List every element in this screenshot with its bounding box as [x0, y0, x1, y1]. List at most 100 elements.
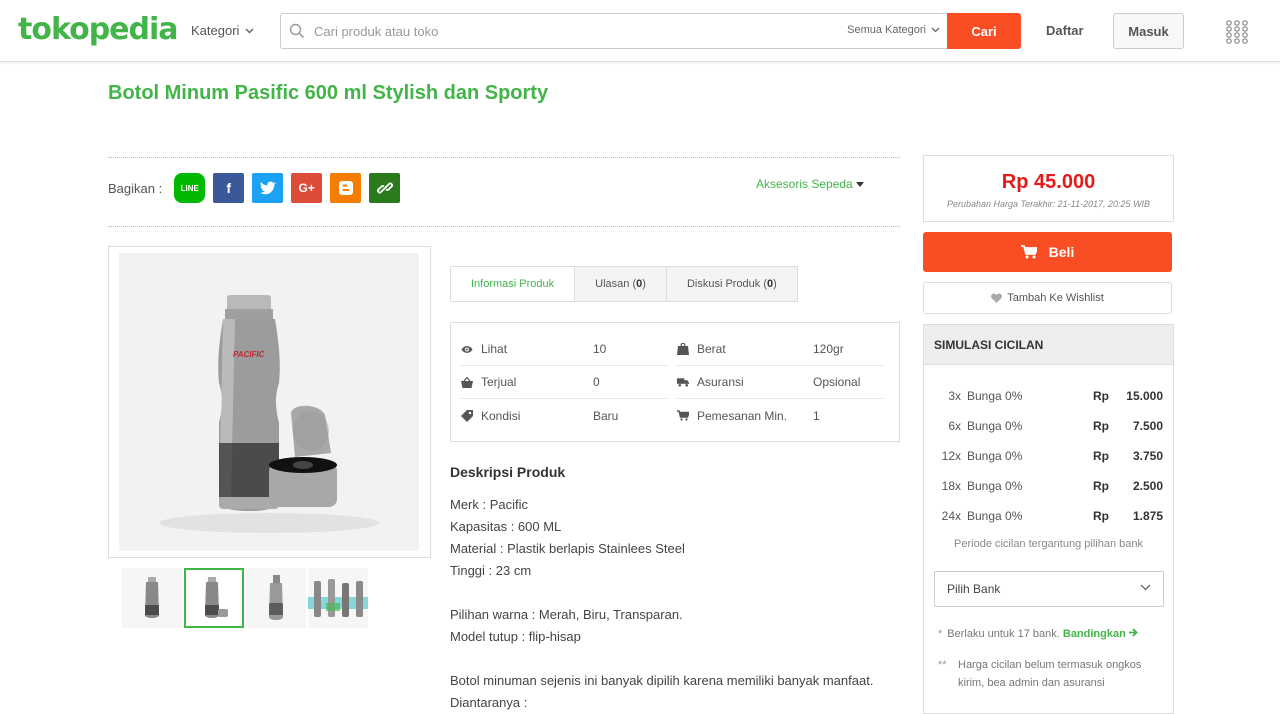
bank-count-note: * Berlaku untuk 17 bank. Bandingkan [938, 628, 1138, 640]
installment-interest: Bunga 0% [967, 389, 1023, 403]
asterisk-icon: * [938, 628, 943, 640]
installment-amount: 3.750 [1132, 449, 1163, 463]
product-price: Rp 45.000 [1001, 171, 1096, 193]
bottle-thumbnail-image [269, 575, 283, 620]
buy-label: Beli [1048, 244, 1075, 260]
installment-simulator: SIMULASI CICILAN 3x Bunga 0% Rp 15.000 6… [923, 324, 1174, 714]
caret-down-icon [855, 181, 864, 187]
installment-currency: Rp [1093, 389, 1109, 403]
share-facebook-button[interactable]: f [213, 173, 245, 203]
info-label: Kondisi [481, 408, 521, 423]
share-googleplus-button[interactable]: G+ [291, 173, 323, 203]
copy-link-button[interactable] [369, 173, 401, 203]
tab-ulasan[interactable]: Ulasan (0) [575, 267, 667, 301]
description-line: Merk : Pacific [450, 497, 529, 512]
compare-label: Bandingkan [1062, 628, 1126, 640]
eye-icon [461, 343, 473, 355]
share-twitter-button[interactable] [252, 173, 284, 203]
description-line: Botol minuman sejenis ini banyak dipilih… [450, 673, 874, 688]
bottle-thumbnail-image [205, 577, 228, 618]
product-tabs: Informasi Produk Ulasan (0) Diskusi Prod… [450, 266, 798, 302]
installment-row: 6x Bunga 0% Rp 7.500 [924, 412, 1173, 442]
installment-disclaimer: ** Harga cicilan belum termasuk ongkos k… [938, 656, 1163, 689]
installment-note: Periode cicilan tergantung pilihan bank [954, 538, 1143, 550]
basket-icon [461, 376, 473, 388]
installment-amount: 15.000 [1126, 389, 1163, 403]
info-label: Berat [697, 342, 726, 356]
search-icon [289, 23, 305, 39]
info-label: Pemesanan Min. [697, 408, 788, 423]
description-line: Material : Plastik berlapis Stainlees St… [450, 541, 685, 556]
tokopedia-logo[interactable]: tokopedia [18, 12, 179, 47]
disclaimer-text: Harga cicilan belum termasuk ongkos kiri… [958, 659, 1142, 689]
bottle-thumbnail-image [145, 577, 159, 618]
line-icon: LINE [174, 173, 206, 203]
price-change-note: Perubahan Harga Terakhir: 21-11-2017, 20… [946, 199, 1151, 209]
category-dropdown-label: Semua Kategori [847, 24, 926, 36]
buy-button[interactable]: Beli [923, 232, 1172, 272]
blogger-icon [338, 181, 353, 195]
facebook-icon: f [226, 180, 232, 196]
installment-tenor: 3x [948, 389, 961, 403]
installment-tenor: 6x [948, 419, 961, 433]
description-title: Deskripsi Produk [450, 464, 566, 480]
info-row-kondisi: Kondisi Baru [461, 399, 667, 432]
search-button[interactable]: Cari [947, 13, 1021, 49]
installment-currency: Rp [1093, 509, 1109, 523]
googleplus-icon: G+ [298, 181, 315, 195]
info-value: 120gr [813, 342, 844, 356]
product-title: Botol Minum Pasific 600 ml Stylish dan S… [108, 82, 549, 104]
wishlist-label: Tambah Ke Wishlist [1007, 292, 1104, 304]
thumbnail-1[interactable] [122, 568, 182, 628]
kategori-menu[interactable]: Kategori [191, 23, 254, 38]
share-blogger-button[interactable] [330, 173, 362, 203]
share-label: Bagikan : [108, 180, 163, 196]
info-value: Baru [593, 408, 619, 423]
login-button[interactable]: Masuk [1113, 13, 1184, 49]
tag-icon [461, 409, 473, 422]
tab-diskusi-produk[interactable]: Diskusi Produk (0) [666, 267, 797, 301]
cart-icon [1020, 245, 1037, 259]
svg-text:PACIFIC: PACIFIC [233, 350, 265, 359]
share-line-button[interactable]: LINE [174, 173, 206, 203]
description-line: Kapasitas : 600 ML [450, 519, 562, 534]
price-box: Rp 45.000 Perubahan Harga Terakhir: 21-1… [923, 155, 1174, 222]
add-to-wishlist-button[interactable]: Tambah Ke Wishlist [923, 282, 1172, 314]
info-value: 0 [593, 375, 600, 389]
installment-currency: Rp [1093, 479, 1109, 493]
thumbnail-4[interactable] [308, 568, 368, 628]
bottle-colors-thumbnail-image [308, 579, 368, 617]
compare-link[interactable]: Bandingkan [1063, 628, 1138, 640]
bank-select-value: Pilih Bank [947, 582, 1001, 596]
installment-tenor: 24x [941, 509, 961, 523]
installment-interest: Bunga 0% [967, 509, 1023, 523]
category-breadcrumb[interactable]: Aksesoris Sepeda [756, 177, 864, 191]
info-row-lihat: Lihat 10 [461, 333, 667, 366]
installment-row: 24x Bunga 0% Rp 1.875 [924, 502, 1173, 532]
thumbnail-strip [122, 568, 368, 628]
arrow-right-icon [1128, 628, 1138, 637]
search-input[interactable] [314, 14, 834, 48]
chevron-down-icon [931, 27, 940, 33]
thumbnail-2[interactable] [184, 568, 244, 628]
info-row-berat: Berat 120gr [677, 333, 883, 366]
installment-currency: Rp [1093, 449, 1109, 463]
thumbnail-3[interactable] [246, 568, 306, 628]
description-line: Tinggi : 23 cm [450, 563, 532, 578]
installment-amount: 2.500 [1132, 479, 1163, 493]
weight-icon [677, 343, 689, 355]
bank-select[interactable]: Pilih Bank [934, 571, 1164, 607]
register-link[interactable]: Daftar [1046, 23, 1084, 38]
installment-amount: 7.500 [1132, 419, 1163, 433]
info-label: Lihat [481, 342, 508, 356]
description-line [450, 582, 900, 604]
kategori-label: Kategori [191, 23, 240, 38]
product-main-image[interactable]: PACIFIC [108, 246, 431, 558]
product-info-table: Lihat 10 Terjual 0 Kondisi Baru Berat 12… [450, 322, 900, 442]
installment-tenor: 18x [941, 479, 961, 493]
info-label: Asuransi [697, 375, 744, 389]
info-value: 10 [593, 342, 607, 356]
tab-informasi-produk[interactable]: Informasi Produk [451, 267, 576, 301]
apps-grid-icon[interactable] [1225, 20, 1249, 44]
category-dropdown[interactable]: Semua Kategori [847, 24, 940, 36]
